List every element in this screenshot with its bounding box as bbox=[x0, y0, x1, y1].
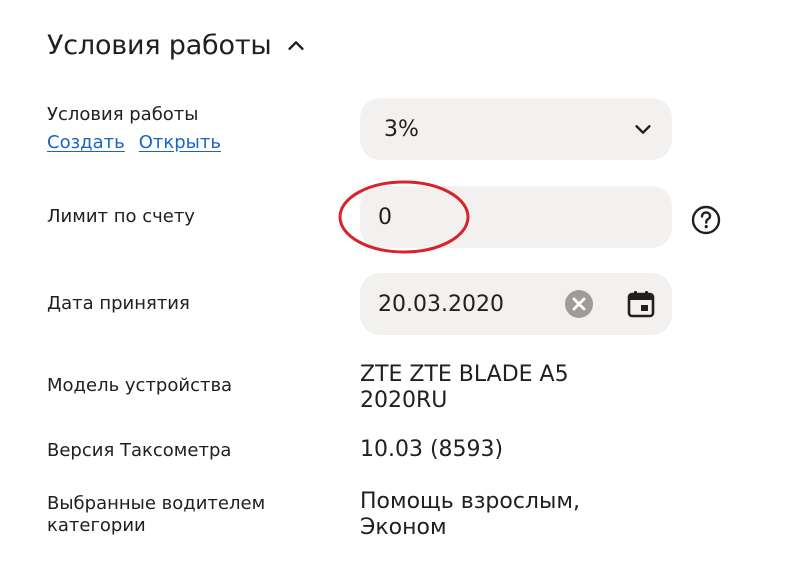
taximeter-version-value: 10.03 (8593) bbox=[360, 437, 504, 462]
acceptance-date-label: Дата принятия bbox=[47, 293, 190, 314]
device-model-value-line2: 2020RU bbox=[360, 388, 448, 413]
chevron-up-icon[interactable] bbox=[285, 35, 307, 57]
question-circle-icon[interactable] bbox=[690, 204, 722, 236]
work-conditions-panel: Условия работы Условия работы Создать Отк… bbox=[0, 0, 798, 584]
acceptance-date-value: 20.03.2020 bbox=[378, 291, 504, 317]
device-model-value: ZTE ZTE BLADE A5 2020RU bbox=[360, 362, 569, 414]
work-conditions-select[interactable]: 3% bbox=[360, 98, 672, 160]
driver-categories-label-line1: Выбранные водителем bbox=[47, 493, 266, 514]
section-title: Условия работы bbox=[47, 30, 272, 61]
account-limit-value: 0 bbox=[378, 204, 392, 230]
work-conditions-links: Создать Открыть bbox=[47, 132, 235, 154]
work-conditions-label: Условия работы bbox=[47, 104, 199, 125]
driver-categories-value: Помощь взрослым, Эконом bbox=[360, 489, 580, 541]
account-limit-input[interactable]: 0 bbox=[360, 186, 672, 248]
chevron-down-icon[interactable] bbox=[632, 118, 654, 140]
driver-categories-value-line1: Помощь взрослым, bbox=[360, 489, 580, 514]
device-model-label: Модель устройства bbox=[47, 375, 233, 396]
driver-categories-label-line2: категории bbox=[47, 515, 146, 536]
work-conditions-selected-value: 3% bbox=[384, 116, 419, 142]
account-limit-label: Лимит по счету bbox=[47, 206, 195, 227]
section-header[interactable]: Условия работы bbox=[47, 30, 307, 61]
create-link[interactable]: Создать bbox=[47, 132, 125, 153]
clear-circle-icon[interactable] bbox=[564, 289, 594, 319]
taximeter-version-label: Версия Таксометра bbox=[47, 440, 232, 461]
driver-categories-label: Выбранные водителем категории bbox=[47, 493, 265, 537]
device-model-value-line1: ZTE ZTE BLADE A5 bbox=[360, 362, 569, 387]
driver-categories-value-line2: Эконом bbox=[360, 515, 447, 540]
acceptance-date-input[interactable]: 20.03.2020 bbox=[360, 273, 672, 335]
open-link[interactable]: Открыть bbox=[139, 132, 221, 153]
calendar-icon[interactable] bbox=[626, 289, 656, 319]
